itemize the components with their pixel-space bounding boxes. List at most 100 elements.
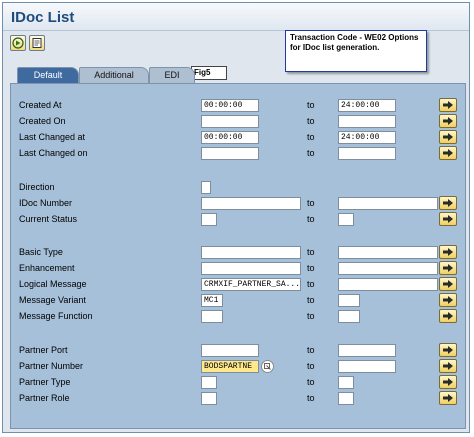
range-to-label: to: [307, 247, 315, 257]
tab-additional[interactable]: Additional: [79, 67, 149, 83]
arrow-right-icon: [443, 312, 453, 320]
idoc-list-window: IDoc List Fig5 Transaction Code - WE02 O…: [2, 2, 470, 433]
multiple-selection-button[interactable]: [439, 261, 457, 275]
range-to-label: to: [307, 116, 315, 126]
page-title: IDoc List: [11, 9, 75, 26]
created-on-label: Created On: [19, 116, 66, 126]
range-to-label: to: [307, 100, 315, 110]
last-changed-at-label: Last Changed at: [19, 132, 86, 142]
multiple-selection-button[interactable]: [439, 146, 457, 160]
current-status-from-field[interactable]: [201, 213, 217, 226]
arrow-right-icon: [443, 199, 453, 207]
range-to-label: to: [307, 214, 315, 224]
logical-message-label: Logical Message: [19, 279, 87, 289]
logical-message-to-field[interactable]: [338, 278, 438, 291]
arrow-right-icon: [443, 296, 453, 304]
partner-role-from-field[interactable]: [201, 392, 217, 405]
partner-port-to-field[interactable]: [338, 344, 396, 357]
last-changed-on-from-field[interactable]: [201, 147, 259, 160]
created-at-from-field[interactable]: 00:00:00: [201, 99, 259, 112]
multiple-selection-button[interactable]: [439, 343, 457, 357]
basic-type-to-field[interactable]: [338, 246, 438, 259]
arrow-right-icon: [443, 280, 453, 288]
partner-number-to-field[interactable]: [338, 360, 396, 373]
tab-edi[interactable]: EDI: [149, 67, 195, 83]
multiple-selection-button[interactable]: [439, 212, 457, 226]
tab-default[interactable]: Default: [17, 67, 79, 83]
created-on-to-field[interactable]: [338, 115, 396, 128]
idoc-number-from-field[interactable]: [201, 197, 301, 210]
logical-message-from-field[interactable]: CRMXIF_PARTNER_SA...: [201, 278, 301, 291]
created-at-to-field[interactable]: 24:00:00: [338, 99, 396, 112]
direction-field[interactable]: [201, 181, 211, 194]
value-help-button[interactable]: [261, 360, 274, 373]
execute-button[interactable]: [10, 35, 26, 51]
last-changed-on-to-field[interactable]: [338, 147, 396, 160]
range-to-label: to: [307, 279, 315, 289]
selection-panel: Created At 00:00:00 to 24:00:00 Created …: [10, 83, 466, 429]
partner-number-label: Partner Number: [19, 361, 84, 371]
range-to-label: to: [307, 295, 315, 305]
execute-icon: [12, 37, 24, 49]
message-function-label: Message Function: [19, 311, 93, 321]
get-variant-button[interactable]: [29, 35, 45, 51]
multiple-selection-button[interactable]: [439, 114, 457, 128]
arrow-right-icon: [443, 346, 453, 354]
partner-number-from-field[interactable]: BODSPARTNE: [201, 360, 259, 373]
partner-type-to-field[interactable]: [338, 376, 354, 389]
variant-icon: [32, 38, 42, 48]
multiple-selection-button[interactable]: [439, 293, 457, 307]
multiple-selection-button[interactable]: [439, 98, 457, 112]
arrow-right-icon: [443, 215, 453, 223]
range-to-label: to: [307, 148, 315, 158]
enhancement-from-field[interactable]: [201, 262, 301, 275]
multiple-selection-button[interactable]: [439, 359, 457, 373]
last-changed-on-label: Last Changed on: [19, 148, 88, 158]
basic-type-label: Basic Type: [19, 247, 63, 257]
message-function-from-field[interactable]: [201, 310, 223, 323]
idoc-number-to-field[interactable]: [338, 197, 438, 210]
enhancement-to-field[interactable]: [338, 262, 438, 275]
range-to-label: to: [307, 393, 315, 403]
idoc-number-label: IDoc Number: [19, 198, 73, 208]
current-status-label: Current Status: [19, 214, 78, 224]
range-to-label: to: [307, 198, 315, 208]
partner-port-from-field[interactable]: [201, 344, 259, 357]
multiple-selection-button[interactable]: [439, 309, 457, 323]
range-to-label: to: [307, 377, 315, 387]
created-on-from-field[interactable]: [201, 115, 259, 128]
current-status-to-field[interactable]: [338, 213, 354, 226]
multiple-selection-button[interactable]: [439, 196, 457, 210]
value-help-icon: [264, 363, 271, 370]
message-variant-label: Message Variant: [19, 295, 86, 305]
arrow-right-icon: [443, 362, 453, 370]
fig-label: Fig5: [191, 66, 227, 80]
range-to-label: to: [307, 345, 315, 355]
partner-role-label: Partner Role: [19, 393, 70, 403]
multiple-selection-button[interactable]: [439, 245, 457, 259]
partner-type-label: Partner Type: [19, 377, 71, 387]
range-to-label: to: [307, 361, 315, 371]
message-variant-from-field[interactable]: MC1: [201, 294, 223, 307]
partner-type-from-field[interactable]: [201, 376, 217, 389]
multiple-selection-button[interactable]: [439, 391, 457, 405]
enhancement-label: Enhancement: [19, 263, 75, 273]
arrow-right-icon: [443, 133, 453, 141]
arrow-right-icon: [443, 117, 453, 125]
last-changed-at-to-field[interactable]: 24:00:00: [338, 131, 396, 144]
multiple-selection-button[interactable]: [439, 375, 457, 389]
arrow-right-icon: [443, 394, 453, 402]
partner-role-to-field[interactable]: [338, 392, 354, 405]
multiple-selection-button[interactable]: [439, 277, 457, 291]
title-bar: IDoc List: [3, 3, 469, 31]
message-variant-to-field[interactable]: [338, 294, 360, 307]
multiple-selection-button[interactable]: [439, 130, 457, 144]
created-at-label: Created At: [19, 100, 62, 110]
range-to-label: to: [307, 263, 315, 273]
message-function-to-field[interactable]: [338, 310, 360, 323]
range-to-label: to: [307, 311, 315, 321]
last-changed-at-from-field[interactable]: 00:00:00: [201, 131, 259, 144]
annotation-callout: Transaction Code - WE02 Options for IDoc…: [285, 30, 427, 72]
partner-port-label: Partner Port: [19, 345, 68, 355]
basic-type-from-field[interactable]: [201, 246, 301, 259]
